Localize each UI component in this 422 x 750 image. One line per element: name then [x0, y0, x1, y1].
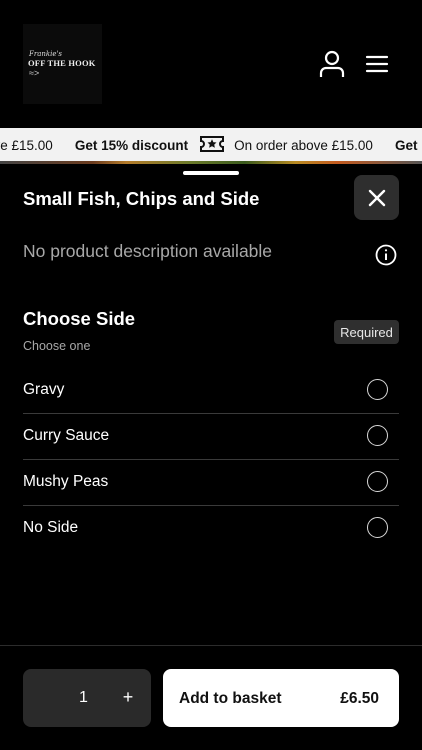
option-label: Gravy	[23, 381, 65, 398]
user-icon[interactable]	[318, 50, 346, 78]
product-title: Small Fish, Chips and Side	[23, 188, 260, 209]
quantity-stepper[interactable]: 1 +	[23, 669, 151, 727]
logo-main-text: OFF THE HOOK	[28, 58, 96, 68]
option-radio[interactable]	[367, 471, 388, 492]
option-radio[interactable]	[367, 425, 388, 446]
ticker-text: ove £15.00	[0, 137, 53, 153]
product-description: No product description available	[23, 241, 273, 261]
required-badge: Required	[334, 320, 399, 344]
option-gravy[interactable]: Gravy	[23, 368, 399, 414]
ticker-text: Get 15% discount	[74, 137, 189, 153]
close-icon	[368, 189, 385, 206]
sheet-grabber[interactable]	[183, 171, 239, 175]
modifier-group-subtitle: Choose one	[23, 339, 91, 353]
option-radio[interactable]	[367, 517, 388, 538]
modifier-group-title: Choose Side	[23, 308, 136, 329]
option-label: Mushy Peas	[23, 473, 109, 490]
close-button[interactable]	[354, 175, 399, 220]
add-to-basket-label: Add to basket	[179, 690, 282, 707]
price-label: £6.50	[340, 690, 379, 707]
fish-icon: ≈>	[29, 68, 40, 78]
ticker-text: On order above £15.00	[234, 137, 373, 153]
promo-ticker: ove £15.00 Get 15% discount On order abo…	[0, 128, 422, 164]
add-to-basket-button[interactable]: Add to basket £6.50	[163, 669, 399, 727]
option-label: Curry Sauce	[23, 427, 110, 444]
app-header: Frankie's OFF THE HOOK ≈>	[0, 0, 422, 128]
option-curry-sauce[interactable]: Curry Sauce	[23, 414, 399, 460]
logo-script-text: Frankie's	[29, 50, 63, 58]
increment-button[interactable]: +	[121, 687, 135, 708]
ticket-icon	[200, 135, 225, 156]
option-label: No Side	[23, 519, 79, 536]
option-radio[interactable]	[367, 379, 388, 400]
menu-icon[interactable]	[363, 50, 391, 78]
product-sheet: Small Fish, Chips and Side No product de…	[0, 164, 422, 750]
logo[interactable]: Frankie's OFF THE HOOK ≈>	[23, 24, 102, 104]
ticker-text: Get 1	[394, 137, 422, 153]
option-mushy-peas[interactable]: Mushy Peas	[23, 460, 399, 506]
quantity-value: 1	[79, 689, 88, 706]
footer-divider	[0, 645, 422, 646]
info-icon[interactable]	[375, 244, 397, 266]
option-no-side[interactable]: No Side	[23, 506, 399, 552]
